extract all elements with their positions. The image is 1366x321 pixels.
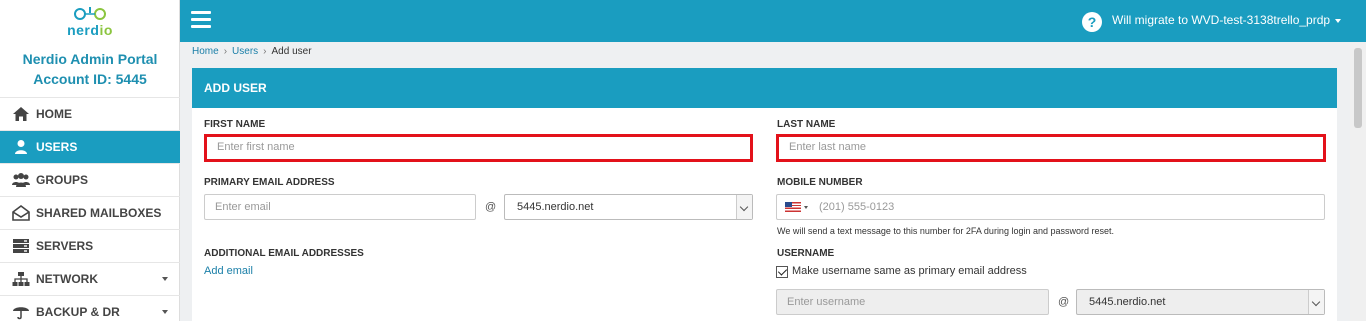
first-name-label: FIRST NAME [204, 119, 266, 130]
breadcrumb-users[interactable]: Users [232, 46, 258, 57]
users-group-icon [10, 171, 32, 189]
chevron-down-icon [1335, 18, 1342, 23]
us-flag-icon[interactable] [785, 202, 801, 212]
chevron-down-icon [736, 195, 752, 219]
chevron-down-icon [162, 310, 168, 314]
sidebar-item-label: NETWORK [36, 272, 98, 286]
panel-title: ADD USER [192, 68, 1337, 108]
sidebar-item-label: SHARED MAILBOXES [36, 206, 162, 220]
sidebar-item-home[interactable]: HOME [0, 97, 180, 130]
top-bar: ? Will migrate to WVD-test-3138trello_pr… [180, 0, 1366, 42]
mobile-number-label: MOBILE NUMBER [777, 177, 863, 188]
menu-toggle-icon[interactable] [191, 11, 211, 29]
logo-text: nerdio [67, 22, 113, 38]
username-at-sign: @ [1058, 296, 1070, 308]
sidebar-nav: HOME USERS GROUPS SHARED MAILBOXES SERVE… [0, 97, 180, 321]
sidebar-item-backup[interactable]: BACKUP & DR [0, 295, 180, 321]
migrate-account-dropdown[interactable]: Will migrate to WVD-test-3138trello_prdp [1112, 13, 1342, 27]
primary-email-input[interactable]: Enter email [204, 194, 476, 220]
envelope-open-icon [10, 204, 32, 222]
same-username-checkbox[interactable] [776, 266, 788, 278]
additional-email-label: ADDITIONAL EMAIL ADDRESSES [204, 248, 364, 259]
network-icon [10, 270, 32, 288]
sidebar-item-label: GROUPS [36, 173, 89, 187]
migrate-label: Will migrate to WVD-test-3138trello_prdp [1112, 13, 1331, 27]
home-icon [10, 105, 32, 123]
username-input[interactable]: Enter username [776, 289, 1049, 315]
sidebar: nerdio Nerdio Admin Portal Account ID: 5… [0, 0, 180, 321]
scrollbar-thumb[interactable] [1354, 48, 1362, 128]
chevron-down-icon [162, 277, 168, 281]
sidebar-item-servers[interactable]: SERVERS [0, 229, 180, 262]
add-user-panel: ADD USER FIRST NAME Enter first name PRI… [192, 68, 1337, 321]
portal-name: Nerdio Admin Portal [22, 51, 158, 67]
sidebar-item-shared-mailboxes[interactable]: SHARED MAILBOXES [0, 196, 180, 229]
sidebar-item-label: HOME [36, 107, 72, 121]
user-icon [10, 138, 32, 156]
add-email-link[interactable]: Add email [204, 265, 253, 277]
portal-title: Nerdio Admin Portal Account ID: 5445 [0, 49, 180, 89]
help-icon[interactable]: ? [1082, 12, 1102, 32]
username-domain-select[interactable]: 5445.nerdio.net [1076, 289, 1325, 315]
account-id: Account ID: 5445 [33, 71, 147, 87]
last-name-label: LAST NAME [777, 119, 836, 130]
breadcrumb-current: Add user [271, 46, 312, 57]
sidebar-item-users[interactable]: USERS [0, 130, 180, 163]
same-username-checkbox-label[interactable]: Make username same as primary email addr… [792, 265, 1027, 277]
logo-mark-icon [74, 7, 106, 20]
mobile-hint: We will send a text message to this numb… [777, 226, 1115, 236]
vertical-scrollbar[interactable] [1350, 42, 1366, 321]
nerdio-logo[interactable]: nerdio [60, 4, 120, 40]
mobile-number-input[interactable]: (201) 555-0123 [776, 194, 1325, 220]
primary-email-label: PRIMARY EMAIL ADDRESS [204, 177, 335, 188]
email-at-sign: @ [485, 201, 497, 213]
last-name-input[interactable]: Enter last name [776, 134, 1326, 162]
sidebar-item-groups[interactable]: GROUPS [0, 163, 180, 196]
breadcrumb: Home › Users › Add user [192, 46, 312, 57]
chevron-down-icon [804, 206, 808, 209]
sidebar-item-label: USERS [36, 140, 78, 154]
sidebar-item-label: SERVERS [36, 239, 94, 253]
chevron-down-icon [1308, 290, 1324, 314]
username-label: USERNAME [777, 248, 835, 259]
email-domain-select[interactable]: 5445.nerdio.net [504, 194, 753, 220]
first-name-input[interactable]: Enter first name [204, 134, 753, 162]
sidebar-item-network[interactable]: NETWORK [0, 262, 180, 295]
sidebar-item-label: BACKUP & DR [36, 305, 120, 319]
server-icon [10, 237, 32, 255]
breadcrumb-home[interactable]: Home [192, 46, 219, 57]
umbrella-icon [10, 303, 32, 321]
